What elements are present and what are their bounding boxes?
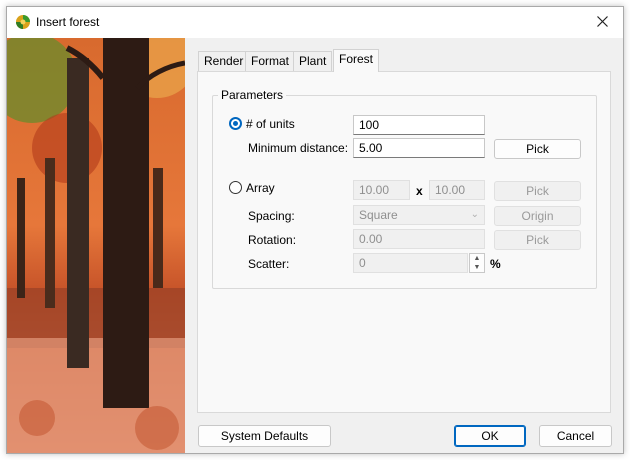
insert-forest-dialog: Insert forest Render Format Plant Forest… <box>6 6 624 454</box>
spacing-value: Square <box>359 208 398 222</box>
forest-tab-panel: Parameters # of units 100 Minimum distan… <box>197 71 611 413</box>
spin-down-icon[interactable]: ▼ <box>470 263 484 272</box>
chevron-down-icon: ⌄ <box>470 209 479 220</box>
array-label: Array <box>246 181 275 195</box>
spacing-select[interactable]: Square ⌄ <box>353 205 485 225</box>
forest-tree-icon <box>15 14 31 30</box>
tab-label: Format <box>251 54 290 68</box>
rotation-input[interactable]: 0.00 <box>353 229 485 249</box>
tab-render[interactable]: Render <box>198 51 250 71</box>
array-x-separator: x <box>416 184 423 198</box>
close-icon <box>596 16 608 30</box>
spin-up-icon[interactable]: ▲ <box>470 254 484 263</box>
spacing-label: Spacing: <box>248 209 295 223</box>
pick-rotation-button[interactable]: Pick <box>494 230 581 250</box>
system-defaults-button[interactable]: System Defaults <box>198 425 331 447</box>
cancel-button[interactable]: Cancel <box>539 425 612 447</box>
rotation-label: Rotation: <box>248 233 297 247</box>
units-radio[interactable] <box>229 117 242 130</box>
units-input[interactable]: 100 <box>353 115 485 135</box>
window-title: Insert forest <box>36 15 100 29</box>
tab-format[interactable]: Format <box>245 51 296 71</box>
parameters-group-label: Parameters <box>218 88 287 102</box>
pick-distance-button[interactable]: Pick <box>494 139 581 159</box>
tab-plant[interactable]: Plant <box>293 51 333 71</box>
close-button[interactable] <box>589 10 615 36</box>
tab-label: Render <box>204 54 244 68</box>
title-bar: Insert forest <box>7 7 623 38</box>
tab-label: Plant <box>299 54 327 68</box>
scatter-input[interactable]: 0 <box>353 253 468 273</box>
units-label: # of units <box>246 117 295 131</box>
scatter-percent-unit: % <box>490 257 501 271</box>
array-radio[interactable] <box>229 181 242 194</box>
origin-button[interactable]: Origin <box>494 206 581 226</box>
minimum-distance-label: Minimum distance: <box>248 141 349 155</box>
ok-button[interactable]: OK <box>454 425 526 447</box>
forest-preview-image <box>7 38 185 453</box>
pick-array-button[interactable]: Pick <box>494 181 581 201</box>
array-y-input[interactable]: 10.00 <box>429 180 485 200</box>
tab-forest[interactable]: Forest <box>333 49 380 72</box>
scatter-label: Scatter: <box>248 257 290 271</box>
scatter-spinner[interactable]: ▲ ▼ <box>469 253 485 273</box>
array-x-input[interactable]: 10.00 <box>353 180 410 200</box>
tab-label: Forest <box>339 52 374 66</box>
minimum-distance-input[interactable]: 5.00 <box>353 138 485 158</box>
